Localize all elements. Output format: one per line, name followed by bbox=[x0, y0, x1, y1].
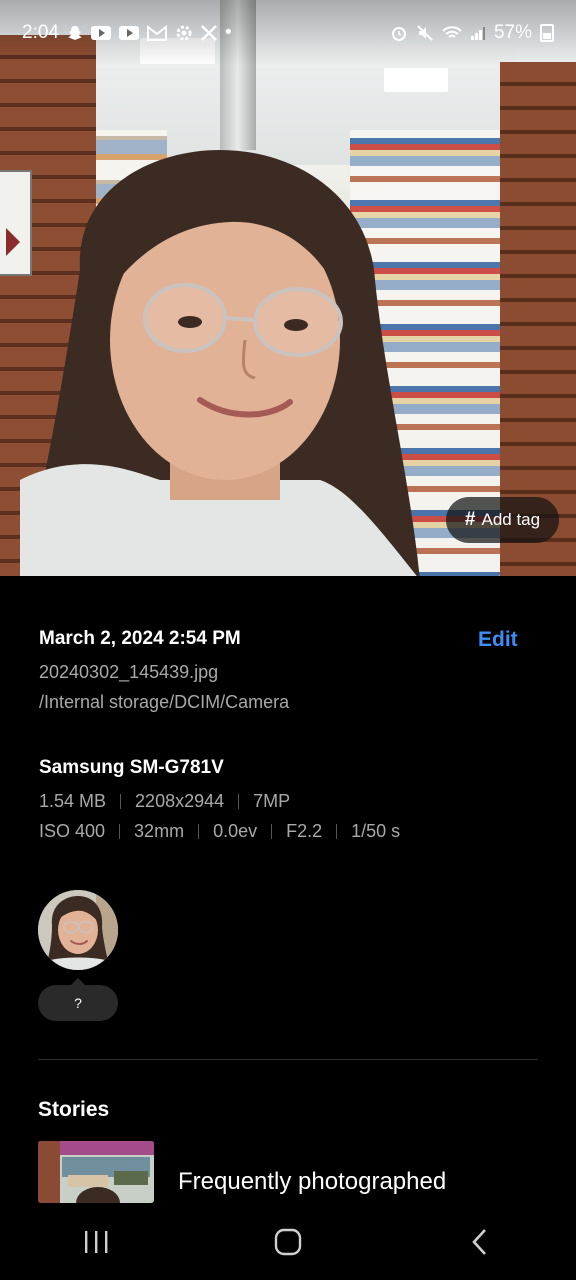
gmail-icon bbox=[146, 25, 167, 41]
signal-icon bbox=[470, 25, 486, 41]
photo-date: March 2, 2024 2:54 PM bbox=[39, 628, 241, 649]
mute-icon bbox=[416, 24, 434, 42]
story-thumbnail[interactable] bbox=[38, 1141, 154, 1203]
recent-apps-icon bbox=[85, 1230, 108, 1253]
status-time: 2:04 bbox=[22, 22, 59, 43]
aperture: F2.2 bbox=[286, 821, 323, 841]
face-thumbnail-image bbox=[38, 890, 118, 970]
navigation-bar bbox=[0, 1203, 576, 1280]
exposure-value: 0.0ev bbox=[213, 821, 258, 841]
home-icon bbox=[274, 1228, 302, 1255]
separator bbox=[271, 824, 273, 839]
add-tag-button[interactable]: # Add tag bbox=[446, 497, 559, 543]
sign-arrow-icon bbox=[6, 228, 20, 256]
file-name: 20240302_145439.jpg bbox=[39, 662, 219, 682]
separator bbox=[120, 794, 122, 809]
ceiling-light bbox=[384, 68, 448, 92]
status-bar: 2:04 • 57% bbox=[0, 0, 576, 66]
device-name: Samsung SM-G781V bbox=[39, 757, 224, 778]
file-size: 1.54 MB bbox=[39, 791, 107, 811]
unknown-person-label[interactable]: ? bbox=[38, 978, 118, 1021]
home-button[interactable] bbox=[258, 1212, 318, 1272]
story-label[interactable]: Frequently photographed bbox=[178, 1168, 446, 1196]
file-path: /Internal storage/DCIM/Camera bbox=[39, 692, 290, 712]
separator bbox=[119, 824, 121, 839]
youtube-icon bbox=[90, 26, 111, 40]
iso: ISO 400 bbox=[39, 821, 106, 841]
resolution: 2208x2944 bbox=[135, 791, 225, 811]
photo-viewer[interactable]: # Add tag bbox=[0, 0, 576, 576]
separator bbox=[238, 794, 240, 809]
snapchat-icon bbox=[67, 25, 83, 41]
edit-button[interactable]: Edit bbox=[478, 628, 518, 652]
focal-length: 32mm bbox=[134, 821, 185, 841]
x-icon bbox=[201, 25, 217, 41]
back-button[interactable] bbox=[450, 1212, 510, 1272]
recent-apps-button[interactable] bbox=[66, 1212, 126, 1272]
wifi-icon bbox=[442, 25, 462, 41]
separator bbox=[198, 824, 200, 839]
alarm-icon bbox=[390, 24, 408, 42]
hash-icon: # bbox=[464, 509, 476, 530]
separator bbox=[336, 824, 338, 839]
youtube-icon bbox=[118, 26, 139, 40]
back-icon bbox=[472, 1228, 486, 1255]
person-portrait bbox=[20, 150, 420, 576]
megapixels: 7MP bbox=[253, 791, 291, 811]
notification-dot: • bbox=[224, 22, 232, 43]
stories-heading: Stories bbox=[38, 1098, 110, 1121]
camera-info-row: ISO 400 32mm 0.0ev F2.2 1/50 s bbox=[39, 821, 400, 842]
add-tag-label: Add tag bbox=[481, 510, 541, 529]
shutter-speed: 1/50 s bbox=[351, 821, 401, 841]
battery-percent: 57% bbox=[493, 22, 532, 43]
story-thumbnail-image bbox=[38, 1141, 154, 1203]
battery-icon bbox=[540, 24, 554, 42]
settings-gear-icon bbox=[175, 24, 193, 42]
divider bbox=[38, 1059, 538, 1060]
file-info-row: 1.54 MB 2208x2944 7MP bbox=[39, 791, 290, 812]
face-thumbnail[interactable] bbox=[38, 890, 118, 970]
